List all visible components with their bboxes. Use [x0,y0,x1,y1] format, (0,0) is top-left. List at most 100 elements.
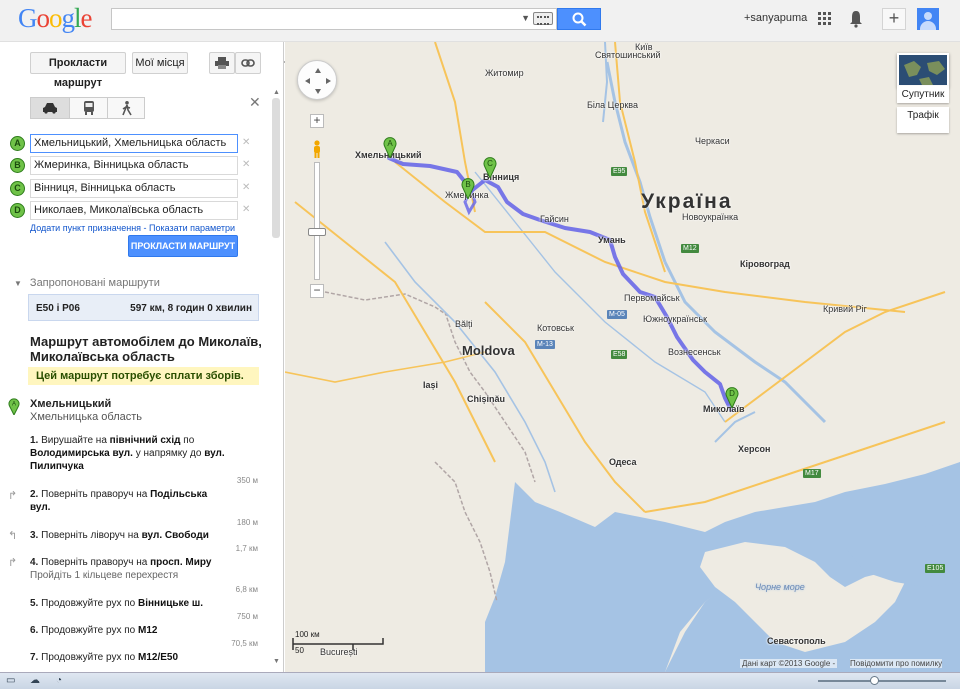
transit-mode-button[interactable] [69,98,107,118]
waypoint-input[interactable]: Вінниця, Вінницька область [30,179,238,198]
turn-left-icon: ↰ [8,530,18,542]
waypoint-b: B Жмеринка, Вінницька область ✕ [0,156,260,176]
walk-icon [121,101,132,116]
zoom-in-button[interactable]: + [310,114,324,128]
google-logo[interactable]: Google [18,3,92,34]
waypoint-input[interactable]: Николаев, Миколаївська область [30,201,238,220]
sea-label: Чорне море [755,582,805,592]
route-option[interactable]: E50 і P06 597 км, 8 годин 0 хвилин [28,294,259,321]
traffic-button[interactable]: Трафік [897,107,949,133]
waypoint-input[interactable]: Хмельницький, Хмельницька область [30,134,238,153]
map-place-label[interactable]: Умань [598,235,626,245]
pegman-icon[interactable] [312,140,322,158]
route-marker-c[interactable]: C [483,156,497,178]
step-bold: Володимирська вул. [30,448,133,459]
scroll-up-arrow[interactable]: ▲ [273,89,280,96]
walk-mode-button[interactable] [107,98,145,118]
road-badge: E58 [611,350,628,359]
satellite-button[interactable]: Супутник [897,86,949,103]
route-marker-a[interactable]: A [383,136,397,158]
link-button[interactable] [235,52,261,74]
chevron-down-icon[interactable]: ▼ [521,13,530,23]
step-7[interactable]: 7. Продовжуйте рух по M12/E50 [30,651,230,664]
waypoint-input[interactable]: Жмеринка, Вінницька область [30,156,238,175]
step-5[interactable]: 5. Продовжуйте рух по Вінницьке ш. [30,597,230,610]
search-button[interactable] [557,8,601,30]
apps-grid-icon[interactable] [818,12,832,26]
add-destination-link[interactable]: Додати пункт призначення [30,223,141,233]
step-text: Вирушайте на [41,435,110,446]
map-place-label[interactable]: Одеса [609,457,637,467]
step-number: 3. [30,530,39,541]
map-place-label[interactable]: Первомайськ [624,293,680,303]
car-mode-button[interactable] [31,98,69,118]
route-marker-d[interactable]: D [725,386,739,408]
road-badge: M-05 [607,310,627,319]
scroll-down-arrow[interactable]: ▼ [273,658,280,665]
show-options-link[interactable]: Показати параметри [149,223,235,233]
map-place-label[interactable]: Святошинський [595,50,660,60]
map-place-label[interactable]: Житомир [485,68,524,78]
search-input[interactable]: ▼ [111,8,557,30]
route-submit-button[interactable]: ПРОКЛАСТИ МАРШРУТ [128,235,238,257]
map-place-label[interactable]: Кривий Ріг [823,304,867,314]
waypoint-marker[interactable]: B [10,158,25,173]
step-4[interactable]: 4. Поверніть праворуч на просп. Миру Прой… [30,556,230,582]
step-6[interactable]: 6. Продовжуйте рух по M12 [30,624,230,637]
waypoint-marker[interactable]: D [10,203,25,218]
print-button[interactable] [209,52,235,74]
map-place-label[interactable]: Новоукраїнка [682,212,738,222]
satellite-thumbnail[interactable] [897,53,949,87]
step-1[interactable]: 1. Вирушайте на північний схід по Володи… [30,434,230,473]
map-place-label[interactable]: Котовськ [537,323,574,333]
start-marker-icon[interactable]: A [8,397,20,415]
pan-control[interactable] [297,60,337,100]
bell-icon[interactable] [849,10,863,28]
get-directions-button[interactable]: Прокласти маршрут [30,52,126,89]
page-zoom-slider[interactable] [818,680,946,682]
step-number: 4. [30,557,39,568]
map-place-label[interactable]: Херсон [738,444,770,454]
keyboard-icon[interactable] [533,12,553,25]
step-2[interactable]: 2. Поверніть праворуч на Подільська вул. [30,488,230,514]
user-link[interactable]: +sanyapuma [744,12,807,24]
map-place-label[interactable]: Кіровоград [740,259,790,269]
route-marker-b[interactable]: B [461,177,475,199]
remove-waypoint-icon[interactable]: ✕ [242,182,250,193]
window-icon[interactable]: ▭ [6,675,15,686]
page-zoom-knob[interactable] [870,676,879,685]
map-place-label[interactable]: Bălți [455,319,473,329]
cloud-icon[interactable]: ☁ [30,675,40,686]
suggested-routes-header[interactable]: ▼ Запропоновані маршрути [14,277,160,289]
map-place-label[interactable]: Біла Церква [587,100,638,110]
share-plus-button[interactable]: + [882,8,906,30]
step-bold: Вінницьке ш. [138,598,203,609]
compass-icon[interactable]: ◔ [56,675,62,686]
step-3[interactable]: 3. Поверніть ліворуч на вул. Свободи [30,529,230,542]
my-places-button[interactable]: Мої місця [132,52,188,74]
waypoint-marker[interactable]: A [10,136,25,151]
remove-waypoint-icon[interactable]: ✕ [242,204,250,215]
remove-waypoint-icon[interactable]: ✕ [242,159,250,170]
report-problem-link[interactable]: Повідомити про помилку [850,659,943,668]
waypoint-marker[interactable]: C [10,181,25,196]
map-place-label[interactable]: Черкаси [695,136,730,146]
step-bold: просп. Миру [150,557,212,568]
avatar[interactable] [917,8,939,30]
zoom-out-button[interactable]: − [310,284,324,298]
map-place-label[interactable]: Вознесенськ [668,347,721,357]
scrollbar[interactable] [272,98,280,238]
map-place-label[interactable]: Южноукраїнськ [643,314,707,324]
browser-status-bar: ▭ ☁ ◔ [0,672,960,689]
close-icon[interactable]: ✕ [249,94,261,111]
remove-waypoint-icon[interactable]: ✕ [242,137,250,148]
map-place-label[interactable]: Гайсин [540,214,569,224]
zoom-slider[interactable] [314,162,320,280]
zoom-slider-thumb[interactable] [308,228,326,236]
driving-directions-title: Маршрут автомобілем до Миколаїв, Миколаї… [30,334,262,364]
map-place-label[interactable]: Chișinău [467,394,505,404]
scale-bar [292,638,384,650]
map-place-label[interactable]: Севастополь [767,636,826,646]
map-place-label[interactable]: Iași [423,380,438,390]
map-canvas[interactable]: Україна Moldova Хмельницький Вінниця Жме… [285,42,960,672]
